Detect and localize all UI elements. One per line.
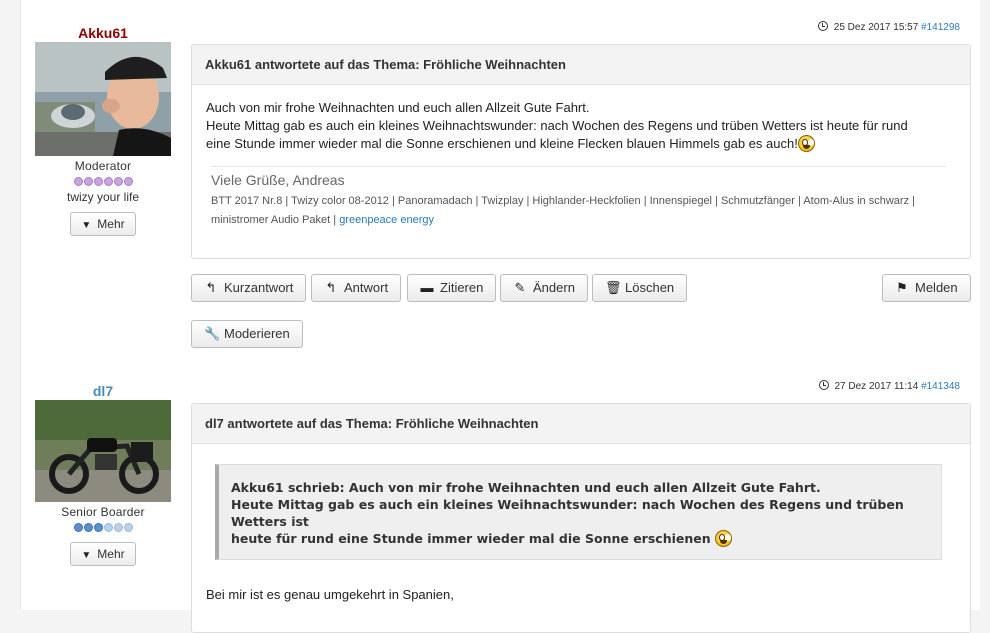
trash-icon: 🗑 xyxy=(605,280,622,295)
flag-icon: ⚑ xyxy=(896,280,908,295)
username-link[interactable]: Akku61 xyxy=(35,24,171,42)
user-avatar[interactable] xyxy=(35,42,171,156)
clock-icon xyxy=(817,21,828,31)
rank-dot xyxy=(113,177,123,186)
reply-arrow-icon: ↰ xyxy=(205,280,217,295)
rank-dot xyxy=(123,523,133,532)
button-label: Ändern xyxy=(533,280,575,295)
post-title: dl7 antwortete auf das Thema: Fröhliche … xyxy=(192,404,970,444)
post-box: Akku61 antwortete auf das Thema: Fröhlic… xyxy=(191,44,971,259)
button-label: Moderieren xyxy=(224,326,290,341)
post-body: Auch von mir frohe Weihnachten und euch … xyxy=(192,85,970,240)
rank-dot xyxy=(113,523,123,532)
report-button[interactable]: ⚑ Melden xyxy=(882,274,971,302)
edit-icon: ✎ xyxy=(514,280,526,295)
quote-line: heute für rund eine Stunde immer wieder … xyxy=(231,531,711,546)
signature: Viele Grüße, Andreas BTT 2017 Nr.8 | Twi… xyxy=(211,166,946,230)
post-box: dl7 antwortete auf das Thema: Fröhliche … xyxy=(191,403,971,633)
button-label: Melden xyxy=(915,280,958,295)
rank-dot xyxy=(73,177,83,186)
signature-link[interactable]: greenpeace energy xyxy=(339,214,434,226)
rank-dot xyxy=(103,177,113,186)
rank-dot xyxy=(73,523,83,532)
quote-line: Akku61 schrieb: Auch von mir frohe Weihn… xyxy=(231,480,821,495)
button-label: Kurzantwort xyxy=(224,280,294,295)
post-permalink[interactable]: #141348 xyxy=(921,381,960,392)
rank-dot xyxy=(83,177,93,186)
rank-dots xyxy=(35,523,171,533)
post-body: Akku61 schrieb: Auch von mir frohe Weihn… xyxy=(192,444,970,614)
user-rank: Moderator xyxy=(74,159,132,173)
quote-button[interactable]: ▬ Zitieren xyxy=(407,274,497,302)
quote-block: Akku61 schrieb: Auch von mir frohe Weihn… xyxy=(215,464,942,560)
signature-text: ministromer Audio Paket | xyxy=(211,214,340,226)
post-meta: 25 Dez 2017 15:57 #141298 xyxy=(817,21,960,35)
rank-dots xyxy=(35,177,171,187)
signature-line: ministromer Audio Paket | greenpeace ene… xyxy=(211,211,946,230)
post-meta: 27 Dez 2017 11:14 #141348 xyxy=(818,380,960,394)
user-panel-akku61: Akku61 Moderator twizy your life ▼ Mehr xyxy=(35,24,171,236)
speech-bubble-icon: ▬ xyxy=(420,280,434,295)
quick-reply-button[interactable]: ↰ Kurzantwort xyxy=(191,274,307,302)
user-avatar[interactable] xyxy=(35,400,171,502)
signature-line: BTT 2017 Nr.8 | Twizy color 08-2012 | Pa… xyxy=(211,195,915,207)
forum-page: Akku61 Moderator twizy your life ▼ Mehr 2… xyxy=(20,0,980,633)
post-text-line: eine Stunde immer wieder mal die Sonne e… xyxy=(206,136,798,151)
user-rank: Senior Boarder xyxy=(61,505,145,519)
post-date: 27 Dez 2017 11:14 xyxy=(834,381,919,392)
delete-button[interactable]: 🗑 Löschen xyxy=(592,274,688,302)
more-button[interactable]: ▼ Mehr xyxy=(70,542,136,566)
rank-dot xyxy=(93,177,103,186)
clock-icon xyxy=(818,380,829,390)
reply-button[interactable]: ↰ Antwort xyxy=(311,274,402,302)
chevron-down-icon: ▼ xyxy=(81,220,92,231)
user-motto: twizy your life xyxy=(66,190,140,204)
moderate-button[interactable]: 🔧 Moderieren xyxy=(191,320,303,348)
post-text-line: Auch von mir frohe Weihnachten und euch … xyxy=(206,100,590,115)
quote-line: Heute Mittag gab es auch ein kleines Wei… xyxy=(231,497,904,529)
post-text-line: Heute Mittag gab es auch ein kleines Wei… xyxy=(206,118,908,133)
post-permalink[interactable]: #141298 xyxy=(921,22,960,33)
rank-dot xyxy=(93,523,103,532)
laughing-smiley-icon xyxy=(715,530,732,547)
chevron-down-icon: ▼ xyxy=(81,550,92,561)
reply-arrow-icon: ↰ xyxy=(325,280,337,295)
wrench-icon: 🔧 xyxy=(204,326,221,341)
username-link[interactable]: dl7 xyxy=(35,382,171,400)
signature-greeting: Viele Grüße, Andreas xyxy=(211,172,345,188)
more-button[interactable]: ▼ Mehr xyxy=(70,212,136,236)
quote-line-with-smiley: heute für rund eine Stunde immer wieder … xyxy=(231,530,929,547)
more-label: Mehr xyxy=(97,217,125,231)
button-label: Löschen xyxy=(625,280,675,295)
post-title: Akku61 antwortete auf das Thema: Fröhlic… xyxy=(192,45,970,85)
more-label: Mehr xyxy=(97,547,125,561)
rank-dot xyxy=(103,523,113,532)
post-text-line-with-smiley: eine Stunde immer wieder mal die Sonne e… xyxy=(206,135,956,153)
edit-button[interactable]: ✎ Ändern xyxy=(500,274,588,302)
post-date: 25 Dez 2017 15:57 xyxy=(833,22,919,33)
rank-dot xyxy=(123,177,133,186)
user-panel-dl7: dl7 Senior Boarder ▼ Mehr xyxy=(35,382,171,566)
rank-dot xyxy=(83,523,93,532)
laughing-smiley-icon xyxy=(797,135,815,152)
button-label: Zitieren xyxy=(440,280,484,295)
button-label: Antwort xyxy=(344,280,389,295)
post-text-line: Bei mir ist es genau umgekehrt in Spanie… xyxy=(206,587,454,602)
